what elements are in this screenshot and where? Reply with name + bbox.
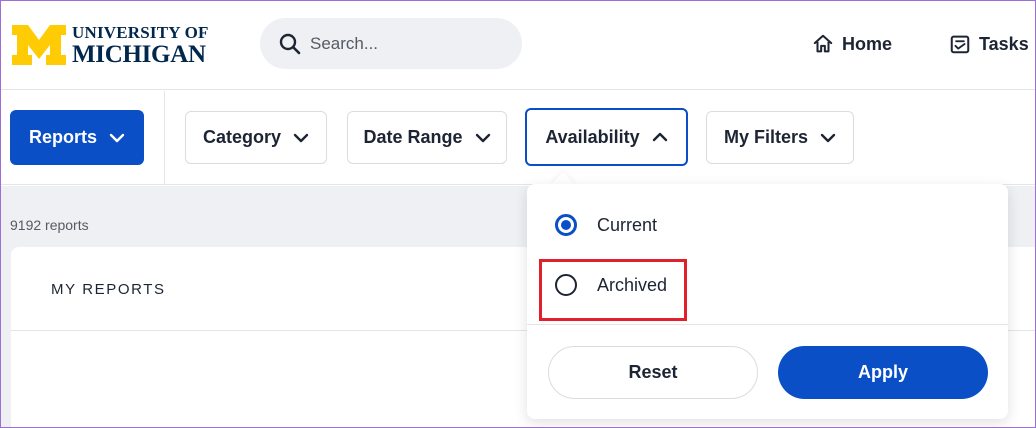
availability-filter-label: Availability [545,126,640,147]
option-current-label: Current [597,214,658,235]
university-logo[interactable]: UNIVERSITY OF MICHIGAN [12,22,209,68]
chevron-down-icon [293,133,309,142]
tasks-icon [950,35,970,54]
date-range-filter-label: Date Range [363,127,463,147]
availability-filter-button[interactable]: Availability [525,108,688,166]
radio-current[interactable] [555,214,577,236]
my-reports-title: MY REPORTS [51,281,166,298]
availability-option-current[interactable]: Current [555,211,657,239]
home-icon [813,34,833,53]
chevron-down-icon [109,133,125,142]
top-header: UNIVERSITY OF MICHIGAN Home Tasks [0,0,1036,90]
date-range-filter-button[interactable]: Date Range [347,111,507,164]
logo-line1: UNIVERSITY OF [72,22,209,42]
block-m-logo-icon [12,25,66,65]
nav-tasks-link[interactable]: Tasks [949,30,1029,58]
my-filters-button[interactable]: My Filters [706,111,854,164]
chevron-down-icon [475,133,490,142]
search-icon [279,33,301,54]
reset-button[interactable]: Reset [548,346,758,399]
filter-bar: Reports Category Date Range Availability… [0,91,1036,185]
search-input[interactable] [310,33,510,54]
filter-divider [164,91,165,185]
nav-tasks-label: Tasks [979,33,1029,54]
popover-divider [527,324,1008,325]
search-box[interactable] [260,18,522,69]
report-count: 9192 reports [10,217,89,233]
reports-label: Reports [28,127,97,147]
apply-button[interactable]: Apply [778,346,988,399]
my-filters-label: My Filters [723,127,809,147]
logo-line2: MICHIGAN [72,40,206,68]
category-filter-button[interactable]: Category [185,111,327,164]
chevron-down-icon [820,133,836,142]
reports-dropdown-button[interactable]: Reports [10,110,144,165]
nav-home-link[interactable]: Home [812,30,892,58]
archived-highlight-box [539,259,687,321]
chevron-up-icon [652,132,667,142]
nav-home-label: Home [842,33,893,54]
category-filter-label: Category [202,127,282,147]
